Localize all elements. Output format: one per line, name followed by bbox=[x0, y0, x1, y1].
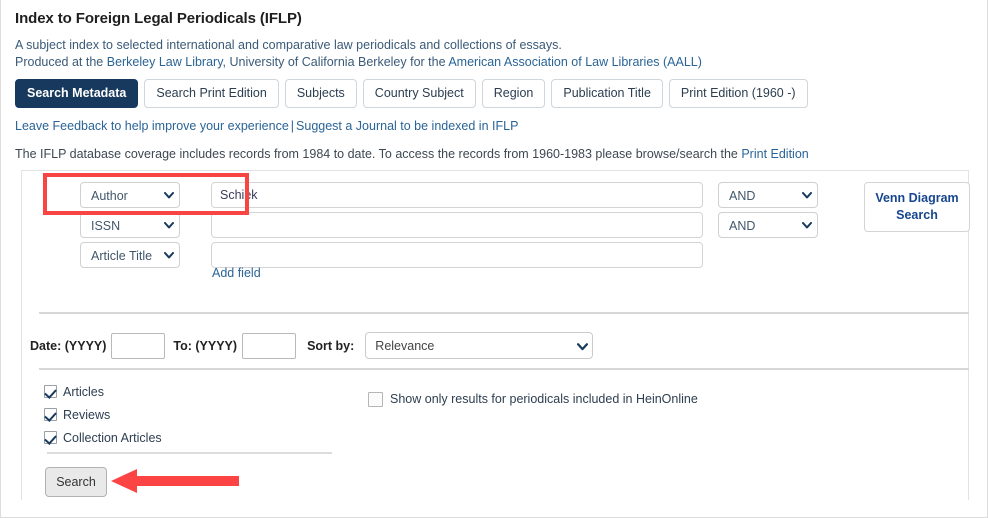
description-prefix: Produced at the bbox=[15, 55, 107, 69]
tab-print-edition-1960[interactable]: Print Edition (1960 -) bbox=[668, 79, 808, 108]
iflp-search-page: Index to Foreign Legal Periodicals (IFLP… bbox=[0, 0, 988, 518]
checkbox-heinonline-only[interactable]: Show only results for periodicals includ… bbox=[368, 392, 698, 407]
sort-by-select-wrap: Relevance bbox=[365, 332, 594, 359]
checkbox-reviews[interactable]: Reviews bbox=[44, 405, 162, 424]
search-input-3[interactable] bbox=[211, 242, 703, 268]
date-from-input[interactable] bbox=[111, 332, 166, 359]
field-select-2[interactable]: ISSN bbox=[80, 212, 180, 238]
description-line-2: Produced at the Berkeley Law Library, Un… bbox=[15, 54, 973, 71]
checkbox-articles[interactable]: Articles bbox=[44, 382, 162, 401]
tab-search-metadata[interactable]: Search Metadata bbox=[15, 79, 139, 108]
aall-link[interactable]: American Association of Law Libraries (A… bbox=[448, 55, 702, 69]
tab-country-subject[interactable]: Country Subject bbox=[362, 79, 476, 108]
venn-button-line-1: Venn Diagram bbox=[875, 191, 959, 205]
berkeley-law-library-link[interactable]: Berkeley Law Library bbox=[107, 55, 223, 69]
operator-select-2[interactable]: AND bbox=[718, 212, 818, 238]
date-to-label: To: (YYYY) bbox=[173, 338, 238, 353]
checkbox-icon[interactable] bbox=[44, 385, 57, 398]
date-to-input[interactable] bbox=[242, 332, 297, 359]
description-line-1: A subject index to selected internationa… bbox=[15, 38, 562, 52]
checkbox-label-reviews: Reviews bbox=[63, 407, 111, 422]
filter-row: Date: (YYYY) To: (YYYY) Sort by: Relevan… bbox=[30, 332, 594, 359]
checkbox-label-collection-articles: Collection Articles bbox=[63, 430, 162, 445]
add-field-link[interactable]: Add field bbox=[212, 266, 261, 280]
operator-row-1: AND bbox=[718, 182, 818, 208]
search-form-panel: Author ISSN bbox=[21, 170, 970, 500]
field-select-1[interactable]: Author bbox=[80, 182, 180, 208]
divider-1 bbox=[39, 312, 969, 314]
field-select-3[interactable]: Article Title bbox=[80, 242, 180, 268]
checkbox-icon[interactable] bbox=[44, 408, 57, 421]
feedback-links: Leave Feedback to help improve your expe… bbox=[1, 108, 987, 134]
field-select-3-wrap: Article Title bbox=[80, 242, 180, 268]
operator-select-1-wrap: AND bbox=[718, 182, 818, 208]
search-input-1[interactable] bbox=[211, 182, 703, 208]
search-row-2: ISSN bbox=[80, 212, 703, 238]
tab-search-print-edition[interactable]: Search Print Edition bbox=[144, 79, 279, 108]
feedback-separator: | bbox=[290, 119, 295, 133]
checkbox-collection-articles[interactable]: Collection Articles bbox=[44, 428, 162, 447]
description-middle: , University of California Berkeley for … bbox=[222, 55, 449, 69]
search-input-2[interactable] bbox=[211, 212, 703, 238]
tab-publication-title[interactable]: Publication Title bbox=[551, 79, 663, 108]
operator-select-2-wrap: AND bbox=[718, 212, 818, 238]
sort-by-select[interactable]: Relevance bbox=[365, 332, 594, 359]
operator-row-2: AND bbox=[718, 212, 818, 238]
search-button[interactable]: Search bbox=[45, 467, 107, 497]
page-description: A subject index to selected internationa… bbox=[15, 37, 973, 71]
venn-button-line-2: Search bbox=[896, 208, 938, 222]
divider-2 bbox=[39, 368, 969, 370]
venn-diagram-search-button[interactable]: Venn Diagram Search bbox=[864, 182, 970, 232]
tab-region[interactable]: Region bbox=[481, 79, 546, 108]
checkbox-icon[interactable] bbox=[44, 431, 57, 444]
suggest-journal-link[interactable]: Suggest a Journal to be indexed in IFLP bbox=[296, 119, 518, 133]
tab-subjects[interactable]: Subjects bbox=[284, 79, 357, 108]
coverage-note: The IFLP database coverage includes reco… bbox=[1, 134, 987, 162]
checkbox-label-heinonline: Show only results for periodicals includ… bbox=[390, 392, 698, 406]
date-from-label: Date: (YYYY) bbox=[30, 338, 107, 353]
coverage-text: The IFLP database coverage includes reco… bbox=[15, 147, 742, 161]
content-type-checkbox-group: Articles Reviews Collection Articles bbox=[44, 382, 162, 451]
search-row-1: Author bbox=[80, 182, 703, 208]
sort-by-label: Sort by: bbox=[307, 338, 355, 353]
leave-feedback-link[interactable]: Leave Feedback to help improve your expe… bbox=[15, 119, 289, 133]
print-edition-link[interactable]: Print Edition bbox=[741, 147, 808, 161]
checkbox-icon[interactable] bbox=[368, 392, 383, 407]
field-select-2-wrap: ISSN bbox=[80, 212, 180, 238]
search-row-3: Article Title bbox=[80, 242, 703, 268]
page-header: Index to Foreign Legal Periodicals (IFLP… bbox=[1, 0, 987, 71]
divider-3 bbox=[47, 452, 332, 454]
tab-bar: Search Metadata Search Print Edition Sub… bbox=[1, 71, 987, 108]
field-select-1-wrap: Author bbox=[80, 182, 180, 208]
operator-select-1[interactable]: AND bbox=[718, 182, 818, 208]
page-title: Index to Foreign Legal Periodicals (IFLP… bbox=[15, 10, 302, 27]
checkbox-label-articles: Articles bbox=[63, 384, 104, 399]
